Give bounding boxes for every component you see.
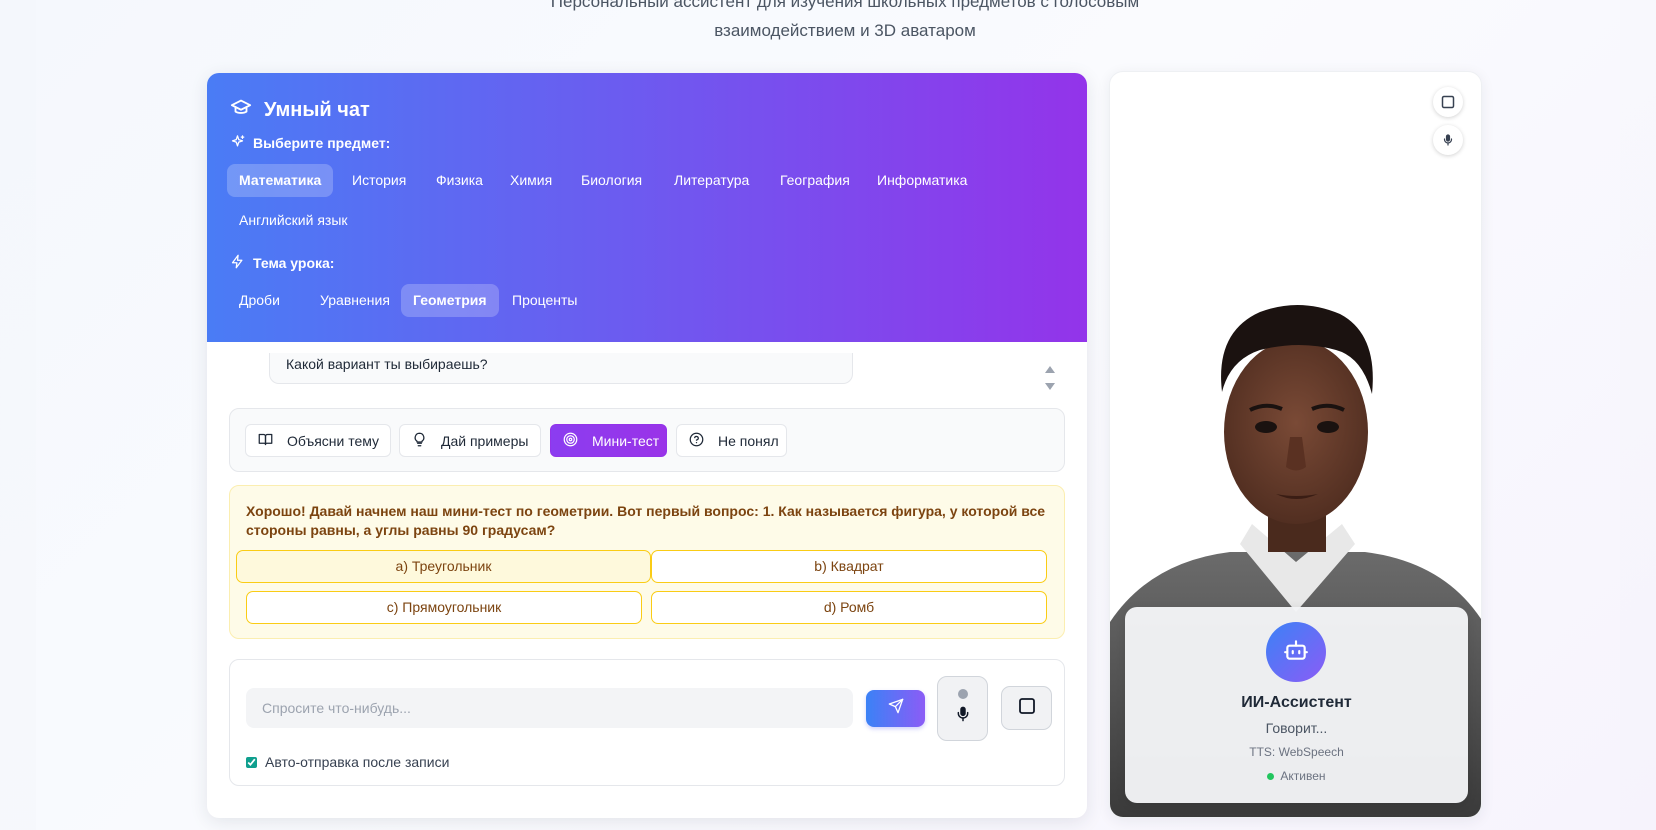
- auto-send-label: Авто-отправка после записи: [265, 754, 450, 770]
- quiz-box: Хорошо! Давай начнем наш мини-тест по ге…: [229, 485, 1065, 639]
- subject-pill-physics[interactable]: Физика: [424, 164, 495, 197]
- help-circle-icon: [689, 432, 704, 450]
- chat-header: Умный чат Выберите предмет: Математика И…: [207, 73, 1087, 342]
- subject-pill-english[interactable]: Английский язык: [227, 204, 360, 237]
- not-understood-button[interactable]: Не понял: [676, 424, 787, 457]
- input-area: Авто-отправка после записи: [229, 659, 1065, 786]
- graduation-cap-icon: [230, 96, 252, 124]
- quiz-option-a[interactable]: a) Треугольник: [236, 550, 651, 583]
- assistant-name: ИИ-Ассистент: [1241, 694, 1352, 711]
- quick-actions-bar: Объясни тему Дай примеры Мини-тест Не по…: [229, 408, 1065, 472]
- avatar-stop-button[interactable]: [1433, 87, 1463, 117]
- not-understood-label: Не понял: [718, 432, 779, 449]
- book-icon: [258, 432, 273, 450]
- page-subtitle: Персональный ассистент для изучения школ…: [0, 0, 1656, 45]
- subject-pill-chemistry[interactable]: Химия: [498, 164, 564, 197]
- topic-label-row: Тема урока:: [230, 254, 334, 272]
- scroll-down-icon: [1045, 383, 1055, 390]
- microphone-icon: [955, 705, 971, 728]
- target-icon: [563, 432, 578, 450]
- avatar-card: ИИ-Ассистент Говорит... TTS: WebSpeech А…: [1109, 71, 1482, 818]
- auto-send-row[interactable]: Авто-отправка после записи: [246, 754, 449, 770]
- explain-topic-label: Объясни тему: [287, 432, 380, 449]
- assistant-tts: TTS: WebSpeech: [1249, 745, 1344, 759]
- quiz-option-d[interactable]: d) Ромб: [651, 591, 1047, 624]
- status-dot-icon: [1267, 772, 1275, 780]
- mini-test-label: Мини-тест: [592, 432, 660, 449]
- quiz-question: Хорошо! Давай начнем наш мини-тест по ге…: [246, 503, 1046, 538]
- assistant-message-bubble: Какой вариант ты выбираешь?: [269, 353, 853, 384]
- lightbulb-icon: [412, 432, 427, 450]
- assistant-status: Говорит...: [1265, 720, 1328, 736]
- chat-card: Умный чат Выберите предмет: Математика И…: [207, 73, 1087, 818]
- assistant-active-row: Активен: [1125, 769, 1468, 783]
- send-button[interactable]: [866, 690, 925, 727]
- record-button[interactable]: [937, 676, 988, 741]
- send-icon: [888, 698, 904, 719]
- sparkles-icon: [230, 134, 245, 152]
- chat-input[interactable]: [246, 688, 853, 728]
- stop-button[interactable]: [1001, 686, 1052, 730]
- topic-pill-percents[interactable]: Проценты: [500, 284, 590, 317]
- quiz-option-b[interactable]: b) Квадрат: [651, 550, 1047, 583]
- topic-pill-fractions[interactable]: Дроби: [227, 284, 292, 317]
- lightning-icon: [230, 254, 245, 272]
- subject-pill-informatics[interactable]: Информатика: [865, 164, 979, 197]
- microphone-icon: [1443, 134, 1453, 146]
- mini-test-button[interactable]: Мини-тест: [550, 424, 667, 457]
- assistant-info-panel: ИИ-Ассистент Говорит... TTS: WebSpeech А…: [1125, 607, 1468, 803]
- chat-title-row: Умный чат: [230, 96, 370, 124]
- recording-indicator: [957, 689, 968, 699]
- stop-square-icon: [1441, 95, 1455, 109]
- scroll-up-icon: [1045, 366, 1055, 373]
- scroll-arrows[interactable]: [1043, 363, 1057, 393]
- assistant-state: Активен: [1280, 769, 1326, 783]
- stop-square-icon: [1018, 697, 1036, 720]
- subject-pill-biology[interactable]: Биология: [569, 164, 654, 197]
- quiz-option-c[interactable]: c) Прямоугольник: [246, 591, 642, 624]
- subject-pill-history[interactable]: История: [340, 164, 418, 197]
- topic-label: Тема урока:: [253, 255, 335, 271]
- topic-pill-equations[interactable]: Уравнения: [308, 284, 402, 317]
- subject-pill-literature[interactable]: Литература: [662, 164, 761, 197]
- subject-label: Выберите предмет:: [253, 135, 391, 151]
- subtitle-line-2: взаимодействием и 3D аватаром: [714, 21, 976, 40]
- give-examples-button[interactable]: Дай примеры: [399, 424, 541, 457]
- subject-pill-math[interactable]: Математика: [227, 164, 334, 197]
- chat-title: Умный чат: [264, 98, 370, 121]
- topic-pill-geometry[interactable]: Геометрия: [401, 284, 499, 317]
- subject-pill-geography[interactable]: География: [768, 164, 862, 197]
- subtitle-line-1: Персональный ассистент для изучения школ…: [550, 0, 1140, 11]
- subject-label-row: Выберите предмет:: [230, 134, 390, 152]
- auto-send-checkbox[interactable]: [246, 756, 257, 768]
- bot-avatar: [1266, 622, 1326, 682]
- avatar-mic-button[interactable]: [1433, 125, 1463, 155]
- bot-icon: [1283, 637, 1309, 668]
- explain-topic-button[interactable]: Объясни тему: [245, 424, 391, 457]
- give-examples-label: Дай примеры: [441, 432, 529, 449]
